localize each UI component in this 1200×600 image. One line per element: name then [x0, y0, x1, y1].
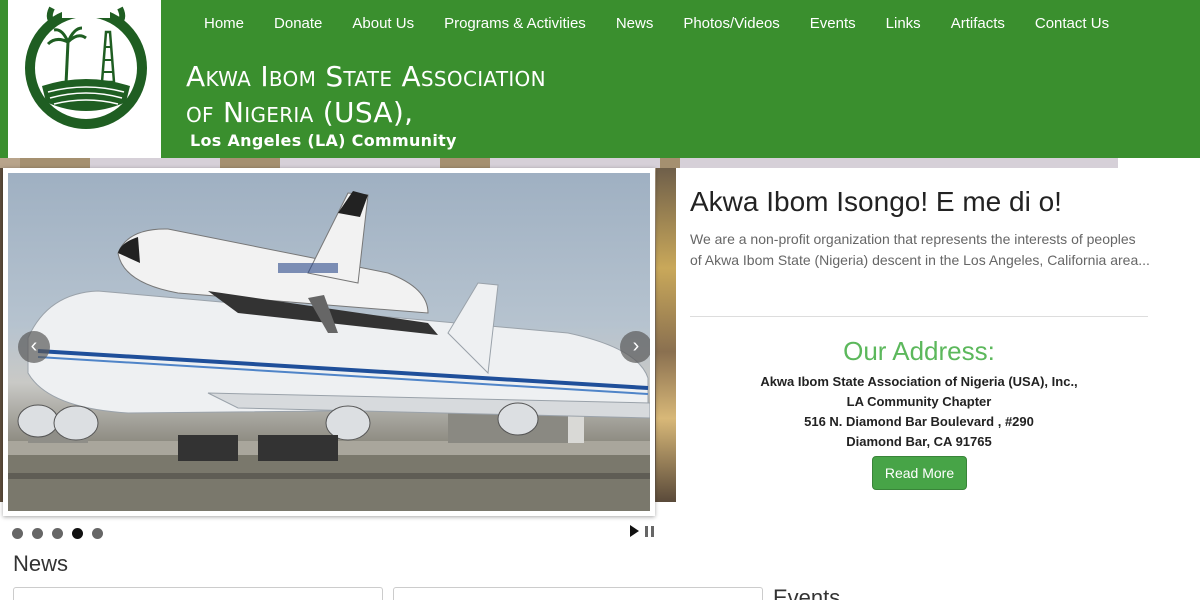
nav-photos-videos[interactable]: Photos/Videos — [668, 14, 794, 34]
slider-prev-button[interactable]: ‹ — [18, 331, 50, 363]
address-line-org: Akwa Ibom State Association of Nigeria (… — [760, 374, 1078, 389]
association-logo[interactable] — [8, 0, 161, 158]
site-header: Home Donate About Us Programs & Activiti… — [0, 0, 1200, 158]
nav-donate[interactable]: Donate — [259, 14, 337, 34]
news-card-2[interactable] — [393, 587, 763, 600]
address-heading: Our Address: — [843, 336, 995, 366]
section-divider — [690, 316, 1148, 317]
banner-city-right — [656, 168, 676, 502]
image-slider: ‹ › — [3, 168, 655, 516]
main-nav: Home Donate About Us Programs & Activiti… — [189, 14, 1124, 34]
banner-top-strip — [20, 158, 1118, 168]
slider-dot-5[interactable] — [92, 528, 103, 539]
logo-emblem-icon — [25, 4, 147, 129]
pause-icon[interactable] — [645, 525, 654, 537]
site-subtitle: Los Angeles (LA) Community — [190, 131, 457, 150]
nav-about-us[interactable]: About Us — [337, 14, 429, 34]
slider-dot-3[interactable] — [52, 528, 63, 539]
nav-events[interactable]: Events — [795, 14, 871, 34]
slider-dot-2[interactable] — [32, 528, 43, 539]
news-card-1[interactable] — [13, 587, 383, 600]
nav-links[interactable]: Links — [871, 14, 936, 34]
welcome-heading: Akwa Ibom Isongo! E me di o! — [690, 186, 1062, 217]
nav-home[interactable]: Home — [189, 14, 259, 34]
nav-artifacts[interactable]: Artifacts — [936, 14, 1020, 34]
address-line-city: Diamond Bar, CA 91765 — [846, 434, 992, 449]
address-block: Akwa Ibom State Association of Nigeria (… — [690, 372, 1148, 452]
read-more-button[interactable]: Read More — [872, 456, 967, 490]
shuttle-carrier-photo — [8, 191, 650, 511]
site-title-line2: of Nigeria (USA), — [186, 96, 414, 129]
slider-next-button[interactable]: › — [620, 331, 650, 363]
events-heading: Events — [773, 585, 841, 600]
slider-playback-controls — [630, 525, 654, 537]
address-line-chapter: LA Community Chapter — [846, 394, 992, 409]
slider-dot-4[interactable] — [72, 528, 83, 539]
nav-contact-us[interactable]: Contact Us — [1020, 14, 1124, 34]
slider-pagination — [12, 528, 103, 539]
slider-dot-1[interactable] — [12, 528, 23, 539]
welcome-text: We are a non-profit organization that re… — [690, 231, 1150, 268]
address-line-street: 516 N. Diamond Bar Boulevard , #290 — [804, 414, 1034, 429]
nav-programs-activities[interactable]: Programs & Activities — [429, 14, 601, 34]
nav-news[interactable]: News — [601, 14, 669, 34]
play-icon[interactable] — [630, 525, 639, 537]
site-title-line1: Akwa Ibom State Association — [186, 60, 546, 93]
slide-image-shuttle-carrier: ‹ › — [8, 173, 650, 511]
news-heading: News — [13, 551, 69, 576]
